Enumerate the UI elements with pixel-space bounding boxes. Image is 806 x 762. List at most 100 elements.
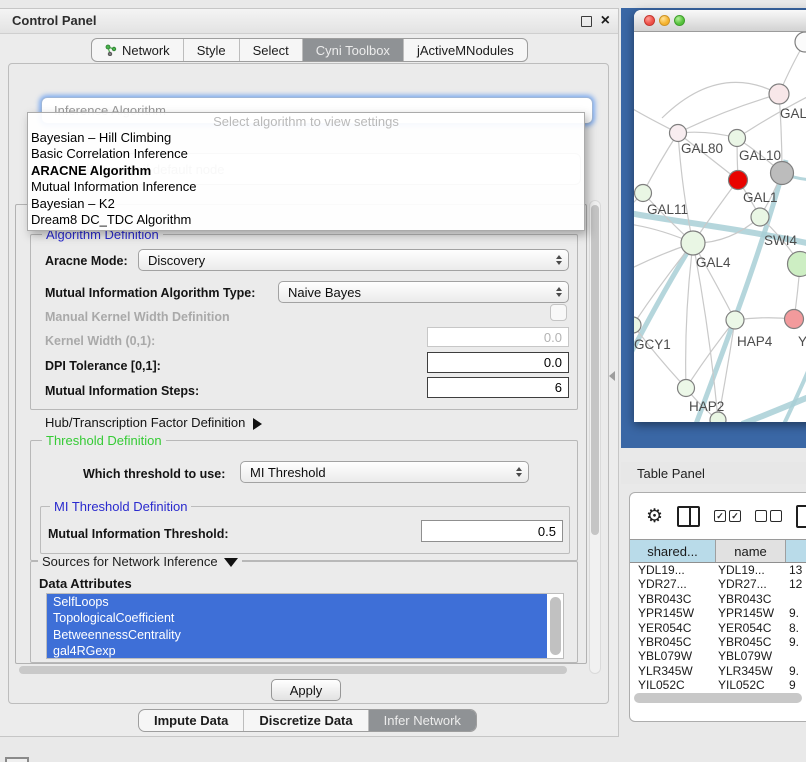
page-icon[interactable] [796,505,806,528]
column-header-shared-name[interactable]: shared... [630,540,716,562]
table-row[interactable]: YIL052CYIL052C9 [630,678,806,691]
combo-arrows-icon [556,287,562,297]
algorithm-option-selected[interactable]: ARACNE Algorithm [28,163,584,179]
algorithm-option[interactable]: Bayesian – K2 [28,196,584,212]
algorithm-dropdown-popup: Select algorithm to view settings Bayesi… [27,112,585,231]
tab-select[interactable]: Select [240,39,303,61]
cyni-algorithm-settings-group: Algorithm Definition Aracne Mode: Discov… [15,204,587,664]
tab-cyni-toolbox[interactable]: Cyni Toolbox [303,39,404,61]
network-edge[interactable] [686,243,693,388]
table-cell: YBR045C [638,635,691,649]
data-attributes-label: Data Attributes [39,576,132,591]
panel-splitter-handle[interactable] [609,371,615,381]
tab-impute-data[interactable]: Impute Data [139,710,244,731]
table-cell: 12 [789,577,802,591]
network-node[interactable] [788,252,806,277]
network-node-label: GAL [780,106,806,121]
kernel-width-field[interactable]: 0.0 [427,327,569,347]
tab-style[interactable]: Style [184,39,240,61]
dpi-tolerance-field[interactable]: 0.0 [427,352,569,373]
table-row[interactable]: YBL079WYBL079W [630,649,806,663]
table-row[interactable]: YDL19...YDL19...13 [630,563,806,577]
attribute-item[interactable]: gal4RGexp [47,643,547,659]
network-edge[interactable] [643,133,678,193]
mi-threshold-field[interactable]: 0.5 [421,520,563,542]
table-cell: YPR145W [638,606,694,620]
column-header-partial[interactable]: A [786,540,806,562]
which-threshold-combobox[interactable]: MI Threshold [240,461,529,483]
cyni-toolbox-panel: Inference Algorithm galFiltered.sif defa… [8,63,609,704]
network-node[interactable] [678,380,695,397]
deselect-all-icon[interactable] [755,510,782,522]
table-horizontal-scrollbar[interactable] [634,693,802,703]
network-node[interactable] [726,311,744,329]
table-cell: 13 [789,563,802,577]
algorithm-option[interactable]: Dream8 DC_TDC Algorithm [28,212,584,228]
table-cell: YPR145W [718,606,774,620]
tab-discretize-data[interactable]: Discretize Data [244,710,368,731]
attribute-item[interactable]: BetweennessCentrality [47,627,547,643]
algorithm-option[interactable]: Mutual Information Inference [28,179,584,195]
table-header-row: shared... name A [630,539,806,563]
network-window-titlebar[interactable] [634,10,806,32]
network-node-label: GAL4 [696,255,731,270]
network-node[interactable] [681,231,705,255]
mi-steps-field[interactable]: 6 [427,377,569,398]
table-row[interactable]: YER054CYER054C8. [630,621,806,635]
hub-definition-expander[interactable]: Hub/Transcription Factor Definition [45,415,262,430]
mi-steps-label: Mutual Information Steps: [45,384,199,398]
network-node[interactable] [785,310,804,329]
settings-horizontal-scrollbar[interactable] [19,666,567,674]
table-row[interactable]: YDR27...YDR27...12 [630,577,806,591]
close-icon[interactable]: × [601,11,610,31]
table-cell: YBL079W [718,649,772,663]
data-attributes-list[interactable]: SelfLoops TopologicalCoefficient Between… [46,593,564,659]
apply-button[interactable]: Apply [271,679,341,701]
network-node[interactable] [769,84,789,104]
network-edge[interactable] [662,82,779,118]
table-row[interactable]: YLR345WYLR345W9. [630,664,806,678]
table-row[interactable]: YBR043CYBR043C [630,592,806,606]
network-edge-highlighted[interactable] [742,384,806,422]
split-columns-icon[interactable] [677,506,700,527]
manual-kernel-checkbox[interactable] [550,304,567,321]
algorithm-option[interactable]: Bayesian – Hill Climbing [28,130,584,146]
settings-vertical-scrollbar[interactable] [589,200,601,674]
network-node[interactable] [795,32,806,52]
network-node-label: SWI4 [764,233,797,248]
network-node[interactable] [670,125,687,142]
sources-title[interactable]: Sources for Network Inference [38,554,242,569]
network-edge[interactable] [678,94,779,133]
table-cell: 9 [789,678,796,691]
select-all-icon[interactable]: ✓✓ [714,510,741,522]
minimize-traffic-light-icon[interactable] [659,15,670,26]
tab-network[interactable]: Network [92,39,184,61]
network-node[interactable] [771,162,794,185]
table-toolbar: ⚙ ✓✓ [630,493,806,539]
tab-infer-network[interactable]: Infer Network [369,710,476,731]
network-node[interactable] [729,171,748,190]
settings-vertical-scrollbar-thumb[interactable] [591,205,599,535]
network-node[interactable] [729,130,746,147]
network-canvas[interactable]: GALGAL80GAL10GAL1GAL11SWI4GAL4HAP4GCY1YH… [634,32,806,422]
table-cell: YBR043C [638,592,691,606]
zoom-traffic-light-icon[interactable] [674,15,685,26]
mi-type-combobox[interactable]: Naive Bayes [278,281,569,303]
column-header-name[interactable]: name [716,540,786,562]
network-node[interactable] [635,185,652,202]
table-row[interactable]: YBR045CYBR045C9. [630,635,806,649]
network-view-background: GALGAL80GAL10GAL1GAL11SWI4GAL4HAP4GCY1YH… [621,8,806,448]
network-node[interactable] [634,317,641,333]
algorithm-option[interactable]: Basic Correlation Inference [28,146,584,162]
tab-jactivemnodules[interactable]: jActiveMNodules [404,39,527,61]
table-row[interactable]: YPR145WYPR145W9. [630,606,806,620]
application-root: Control Panel × Network Style Select Cyn… [0,0,806,762]
float-window-icon[interactable] [581,16,592,27]
attribute-item[interactable]: TopologicalCoefficient [47,610,547,626]
attribute-item[interactable]: SelfLoops [47,594,547,610]
aracne-mode-combobox[interactable]: Discovery [138,249,569,271]
close-traffic-light-icon[interactable] [644,15,655,26]
network-node[interactable] [751,208,769,226]
settings-gear-icon[interactable]: ⚙ [646,507,663,526]
attributes-scrollbar[interactable] [550,597,561,655]
